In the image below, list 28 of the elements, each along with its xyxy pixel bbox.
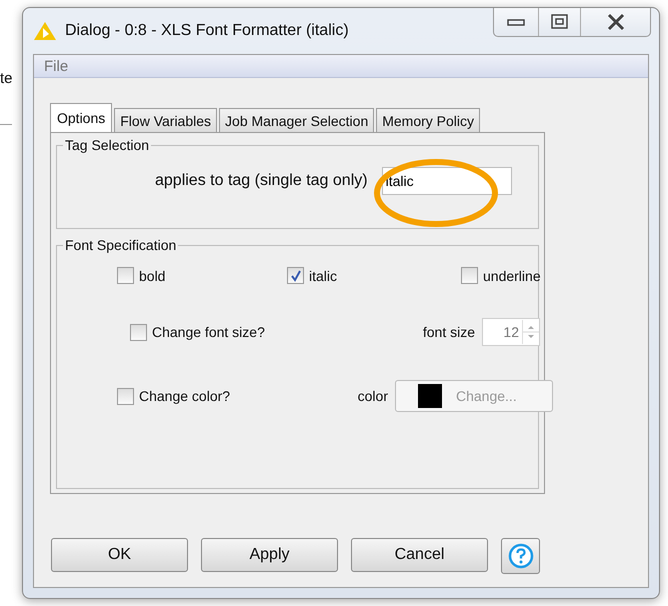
checkbox-label: italic [309,268,338,284]
tab[interactable]: Options [50,103,112,132]
group-title: Font Specification [64,237,178,253]
font-size-label: font size [422,324,475,340]
tag-label: applies to tag (single tag only) [155,172,368,190]
dialog-button[interactable]: OK [51,538,188,572]
tab[interactable]: Flow Variables [114,108,218,132]
color-label: color [358,388,388,404]
tab[interactable]: Memory Policy [376,108,480,132]
warning-triangle-icon [33,21,57,41]
checkbox-label: Change font size? [152,324,265,340]
checkbox[interactable] [117,267,134,284]
restore-icon [550,14,568,30]
close-icon [606,13,626,31]
group-title: Tag Selection [64,137,150,153]
minimize-icon [507,17,525,27]
background-text: te [0,70,13,87]
checkbox[interactable] [461,267,478,284]
help-button[interactable] [501,538,540,574]
checkbox-label: underline [483,268,541,284]
checkbox[interactable] [287,267,304,284]
tab[interactable]: Job Manager Selection [219,108,374,132]
dialog-button[interactable]: Apply [201,538,338,572]
menu-item[interactable]: File [44,58,68,74]
dialog-button[interactable]: Cancel [351,538,488,572]
checkbox-label: bold [139,268,166,284]
window-title: Dialog - 0:8 - XLS Font Formatter (italic) [65,22,349,40]
checkbox-label: Change color? [139,388,230,404]
